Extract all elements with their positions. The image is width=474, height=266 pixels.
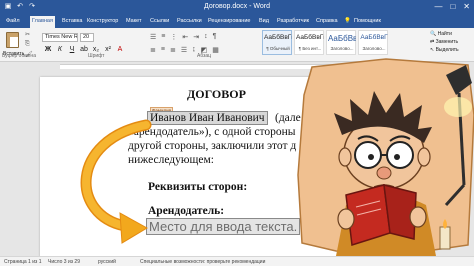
title-bar: ▣ ↶ ↷ Договор.docx - Word — □ ✕ xyxy=(0,0,474,15)
borders-icon[interactable]: ▦ xyxy=(212,46,219,54)
tab-review[interactable]: Рецензирование xyxy=(206,17,252,26)
group-label-paragraph: Абзац xyxy=(197,53,212,59)
tab-developer[interactable]: Разработчик xyxy=(275,17,311,26)
close-button[interactable]: ✕ xyxy=(463,2,470,11)
style-preview: АаБбВвГ xyxy=(360,34,388,41)
style-name: ¶ Без инт... xyxy=(298,46,322,51)
maximize-button[interactable]: □ xyxy=(450,2,455,11)
style-preview: АаБбВв xyxy=(328,34,356,43)
tab-design[interactable]: Конструктор xyxy=(85,17,120,26)
superscript-icon[interactable]: x² xyxy=(104,46,112,53)
subscript-icon[interactable]: x₂ xyxy=(92,46,100,53)
clipboard-icon xyxy=(6,32,19,48)
style-name: Заголово... xyxy=(362,46,386,51)
tab-layout[interactable]: Макет xyxy=(124,17,144,26)
group-label-clipboard: Буфер обмена xyxy=(2,53,36,59)
style-preview: АаБбВвГг xyxy=(296,34,324,41)
decrease-indent-icon[interactable]: ⇤ xyxy=(182,33,188,41)
select-label: Выделить xyxy=(435,47,459,53)
tab-references[interactable]: Ссылки xyxy=(148,17,171,26)
landlord-label: Арендодатель: xyxy=(148,205,225,217)
accessibility-status[interactable]: Специальные возможности: проверьте реком… xyxy=(140,259,265,265)
align-center-icon[interactable]: ≡ xyxy=(161,46,165,54)
ribbon-tabs: Файл Главная Вставка Конструктор Макет С… xyxy=(0,15,474,28)
select-button[interactable]: ↖ Выделить xyxy=(430,47,459,53)
style-normal[interactable]: АаБбВвГг ¶ Обычный xyxy=(262,30,292,55)
increase-indent-icon[interactable]: ⇥ xyxy=(193,33,199,41)
copy-icon[interactable]: ⎘ xyxy=(25,41,33,48)
minimize-button[interactable]: — xyxy=(434,2,442,11)
font-color-icon[interactable]: A xyxy=(116,46,124,53)
font-size-select[interactable]: 20 xyxy=(80,33,94,42)
document-line-2: «арендодатель»), с одной стороны xyxy=(128,126,296,138)
style-no-spacing[interactable]: АаБбВвГг ¶ Без инт... xyxy=(294,30,324,55)
find-button[interactable]: 🔍 Найти xyxy=(430,31,459,37)
name-content-control[interactable]: Иванов Иван Иванович xyxy=(147,111,268,125)
style-name: ¶ Обычный xyxy=(266,46,290,51)
window-controls: — □ ✕ xyxy=(434,2,470,11)
requisites-heading: Реквизиты сторон: xyxy=(148,181,248,193)
tab-mailings[interactable]: Рассылки xyxy=(175,17,204,26)
editing-group: 🔍 Найти ⇄ Заменить ↖ Выделить xyxy=(430,31,459,53)
document-heading: ДОГОВОР xyxy=(187,87,246,101)
tell-me-label[interactable]: Помощник xyxy=(352,17,383,26)
page-counter[interactable]: Страница 1 из 1 xyxy=(4,259,41,265)
styles-gallery: АаБбВвГг ¶ Обычный АаБбВвГг ¶ Без инт...… xyxy=(262,30,388,55)
text-placeholder-field[interactable]: Место для ввода текста. xyxy=(145,218,301,235)
italic-button[interactable]: К xyxy=(56,46,64,53)
tab-home[interactable]: Главная xyxy=(30,16,55,28)
multilevel-list-icon[interactable]: ⋮ xyxy=(170,33,177,41)
cut-icon[interactable]: ✂ xyxy=(25,31,33,38)
justify-icon[interactable]: ☰ xyxy=(181,46,187,54)
style-heading-1[interactable]: АаБбВв Заголово... xyxy=(326,30,356,55)
bullets-icon[interactable]: ☰ xyxy=(150,33,156,41)
cartoon-reader-illustration xyxy=(297,58,474,256)
align-right-icon[interactable]: ≣ xyxy=(170,46,176,54)
replace-icon: ⇄ xyxy=(430,39,435,45)
window-title: Договор.docx - Word xyxy=(204,3,270,10)
style-heading-2[interactable]: АаБбВвГ Заголово... xyxy=(358,30,388,55)
align-left-icon[interactable]: ≣ xyxy=(150,46,156,54)
language-indicator[interactable]: русский xyxy=(98,259,116,265)
style-name: Заголово... xyxy=(330,46,354,51)
tab-insert[interactable]: Вставка xyxy=(60,17,84,26)
bold-button[interactable]: Ж xyxy=(44,46,52,53)
numbering-icon[interactable]: ≡ xyxy=(161,33,165,41)
pilcrow-icon[interactable]: ¶ xyxy=(213,33,217,41)
tab-help[interactable]: Справка xyxy=(314,17,340,26)
document-line-3: другой стороны, заключили этот д xyxy=(128,140,297,152)
document-line-4: нижеследующем: xyxy=(128,154,214,166)
find-label: Найти xyxy=(437,31,452,37)
font-name-select[interactable]: Times New R xyxy=(42,33,78,42)
sort-icon[interactable]: ↕ xyxy=(204,33,208,41)
tab-view[interactable]: Вид xyxy=(257,17,271,26)
replace-label: Заменить xyxy=(435,39,459,45)
underline-button[interactable]: Ч xyxy=(68,46,76,53)
word-counter[interactable]: Число 3 из 29 xyxy=(48,259,80,265)
replace-button[interactable]: ⇄ Заменить xyxy=(430,39,459,45)
strikethrough-icon[interactable]: ab xyxy=(80,46,88,53)
group-label-font: Шрифт xyxy=(88,53,105,59)
style-preview: АаБбВвГг xyxy=(264,34,292,41)
paragraph-tools-row1: ☰ ≡ ⋮ ⇤ ⇥ ↕ ¶ xyxy=(150,33,216,41)
search-icon: 🔍 xyxy=(430,31,437,37)
tab-file[interactable]: Файл xyxy=(4,17,22,26)
cursor-icon: ↖ xyxy=(430,47,435,53)
status-bar: Страница 1 из 1 Число 3 из 29 русский Сп… xyxy=(0,256,474,266)
line-spacing-icon[interactable]: ↨ xyxy=(192,46,196,54)
font-format-buttons: Ж К Ч ab x₂ x² A xyxy=(44,46,124,53)
